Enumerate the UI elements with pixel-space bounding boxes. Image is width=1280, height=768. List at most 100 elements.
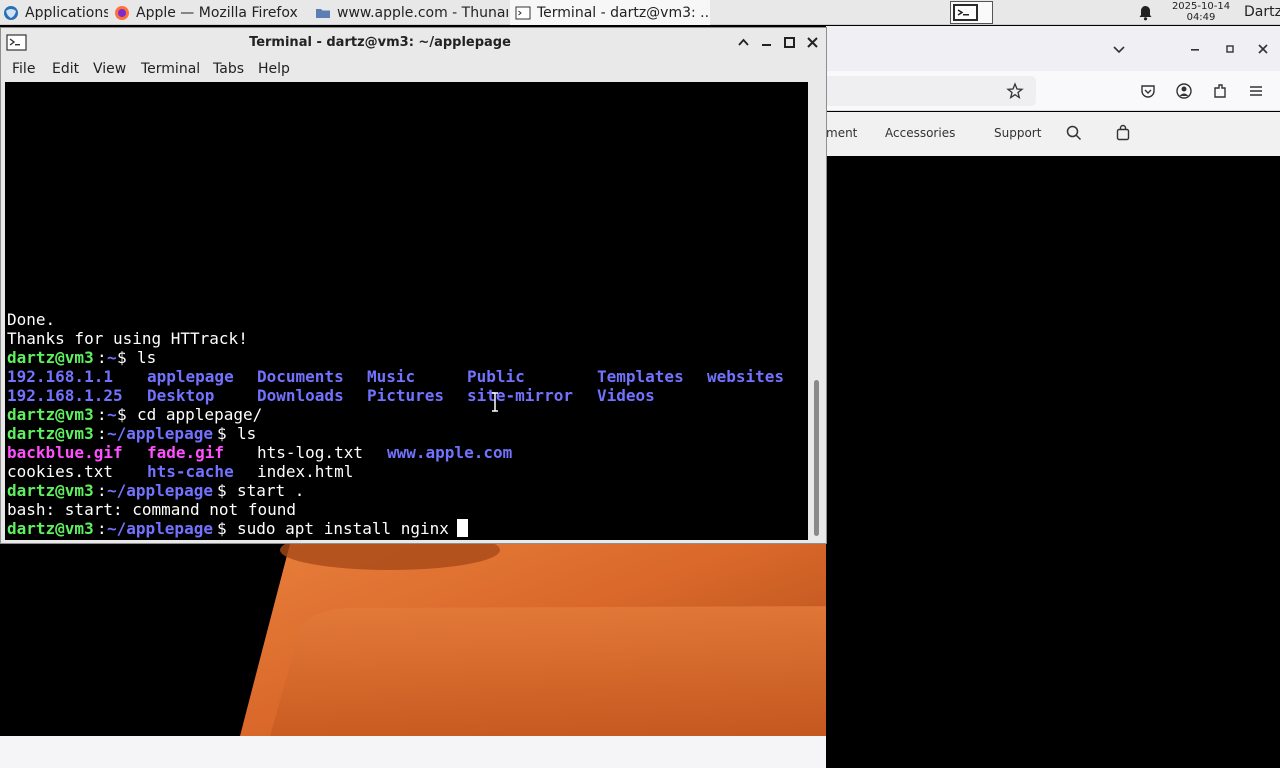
firefox-icon (115, 5, 129, 20)
clock-date: 2025-10-14 (1171, 1, 1231, 12)
dir-entry: 192.168.1.1 (7, 367, 113, 386)
dir-entry: Public (467, 367, 525, 386)
prompt-dollar: $ (117, 405, 127, 424)
terminal-titlebar[interactable]: Terminal - dartz@vm3: ~/applepage (1, 28, 826, 58)
taskbar-item-thunar[interactable]: www.apple.com - Thunar (310, 0, 508, 25)
minimize-icon[interactable] (760, 36, 773, 49)
taskbar-item-label: Terminal - dartz@vm3: ... (537, 4, 710, 21)
error-text: bash: start: command not found (7, 500, 296, 519)
prompt-dollar: $ (217, 424, 227, 443)
terminal-scrollbar[interactable] (809, 82, 826, 540)
taskbar-item-terminal[interactable]: Terminal - dartz@vm3: ... (510, 0, 710, 25)
prompt-colon: : (97, 481, 107, 500)
terminal-line: 192.168.1.1 applepage Documents Music Pu… (7, 367, 784, 386)
nav-item-entertainment[interactable]: ment (826, 126, 857, 140)
taskbar-item-firefox[interactable]: Apple — Mozilla Firefox (110, 0, 306, 25)
chevron-up-icon[interactable] (737, 36, 750, 49)
prompt-dollar: $ (217, 481, 227, 500)
maximize-icon[interactable] (783, 36, 796, 49)
close-icon[interactable] (806, 36, 819, 49)
hero-section (826, 156, 1280, 736)
prompt-dollar: $ (117, 348, 127, 367)
maximize-icon[interactable] (1221, 40, 1239, 58)
command-input-text[interactable]: sudo apt install nginx (237, 519, 449, 538)
close-icon[interactable] (1254, 40, 1272, 58)
terminal-line: dartz@vm3 : ~ $ cd applepage/ (7, 405, 262, 424)
text-cursor (457, 519, 468, 537)
list-all-tabs-icon[interactable] (1110, 40, 1128, 58)
file-entry: cookies.txt (7, 462, 113, 481)
terminal-line: dartz@vm3 : ~/applepage $ sudo apt insta… (7, 519, 468, 538)
firefox-window[interactable]: ment Accessories Support (826, 26, 1280, 768)
bookmark-star-icon[interactable] (1006, 82, 1024, 100)
taskbar-item-label: www.apple.com - Thunar (337, 4, 508, 21)
prompt-user: dartz@vm3 (7, 405, 94, 424)
terminal-line: bash: start: command not found (7, 500, 296, 519)
account-icon[interactable] (1175, 82, 1193, 100)
menu-view[interactable]: View (93, 61, 126, 77)
terminal-line: cookies.txt hts-cache index.html (7, 462, 353, 481)
terminal-window[interactable]: Terminal - dartz@vm3: ~/applepage File E… (0, 27, 827, 544)
prompt-path: ~/applepage (107, 424, 213, 443)
dir-entry: site-mirror (467, 386, 573, 405)
prompt-path: ~ (107, 405, 117, 424)
ibeam-cursor-icon (492, 392, 498, 412)
shopping-bag-icon[interactable] (1114, 124, 1132, 142)
terminal-output[interactable]: Done. Thanks for using HTTrack! dartz@vm… (5, 82, 808, 540)
terminal-line: 192.168.1.25 Desktop Downloads Pictures … (7, 386, 655, 405)
terminal-line: dartz@vm3 : ~/applepage $ start . (7, 481, 304, 500)
prompt-path: ~ (107, 348, 117, 367)
minimize-icon[interactable] (1186, 40, 1204, 58)
command-text: ls (137, 348, 157, 367)
notification-bell-icon[interactable] (1137, 4, 1154, 21)
dir-entry: Videos (597, 386, 655, 405)
dir-entry: applepage (147, 367, 234, 386)
prompt-user: dartz@vm3 (7, 481, 94, 500)
menu-terminal[interactable]: Terminal (141, 61, 200, 77)
menu-hamburger-icon[interactable] (1247, 82, 1265, 100)
dir-entry: Downloads (257, 386, 344, 405)
menu-file[interactable]: File (12, 61, 35, 77)
menu-tabs[interactable]: Tabs (213, 61, 244, 77)
dir-entry: Documents (257, 367, 344, 386)
firefox-toolbar (826, 71, 1280, 111)
nav-item-support[interactable]: Support (994, 126, 1041, 140)
pocket-icon[interactable] (1139, 82, 1157, 100)
terminal-line: dartz@vm3 : ~/applepage $ ls (7, 424, 256, 443)
terminal-line: Done. (7, 310, 84, 329)
extensions-icon[interactable] (1211, 82, 1229, 100)
dir-entry: 192.168.1.25 (7, 386, 123, 405)
workspace-switcher[interactable] (950, 1, 993, 24)
menu-edit[interactable]: Edit (52, 61, 79, 77)
folder-icon (316, 8, 330, 18)
scrollbar-thumb[interactable] (814, 380, 819, 536)
prompt-dollar: $ (217, 519, 227, 538)
dir-entry: websites (707, 367, 785, 386)
clock[interactable]: 2025-10-14 04:49 (1164, 1, 1238, 23)
firefox-titlebar[interactable] (826, 26, 1280, 71)
terminal-icon (955, 6, 976, 19)
dir-entry: Desktop (147, 386, 215, 405)
file-entry: index.html (257, 462, 354, 481)
nav-item-accessories[interactable]: Accessories (885, 126, 955, 140)
user-menu[interactable]: Dartz (1244, 0, 1280, 25)
terminal-line: backblue.gif fade.gif hts-log.txt www.ap… (7, 443, 512, 462)
prompt-colon: : (97, 519, 107, 538)
terminal-menubar: File Edit View Terminal Tabs Help (1, 58, 826, 82)
file-entry: backblue.gif (7, 443, 123, 462)
dir-entry: hts-cache (147, 462, 234, 481)
url-bar[interactable] (826, 76, 1036, 106)
applications-label: Applications (25, 4, 108, 21)
command-text: cd applepage/ (137, 405, 263, 424)
window-title: Terminal - dartz@vm3: ~/applepage (249, 35, 511, 50)
terminal-icon (515, 6, 531, 19)
menu-help[interactable]: Help (258, 61, 290, 77)
file-entry: fade.gif (147, 443, 225, 462)
prompt-user: dartz@vm3 (7, 424, 94, 443)
xfce-logo-icon (4, 5, 18, 20)
top-panel: Applications Apple — Mozilla Firefox www… (0, 0, 1280, 25)
output-text: Thanks for using HTTrack! (7, 329, 248, 348)
dir-entry: www.apple.com (387, 443, 513, 462)
search-icon[interactable] (1065, 124, 1083, 142)
applications-menu[interactable]: Applications (0, 0, 108, 25)
